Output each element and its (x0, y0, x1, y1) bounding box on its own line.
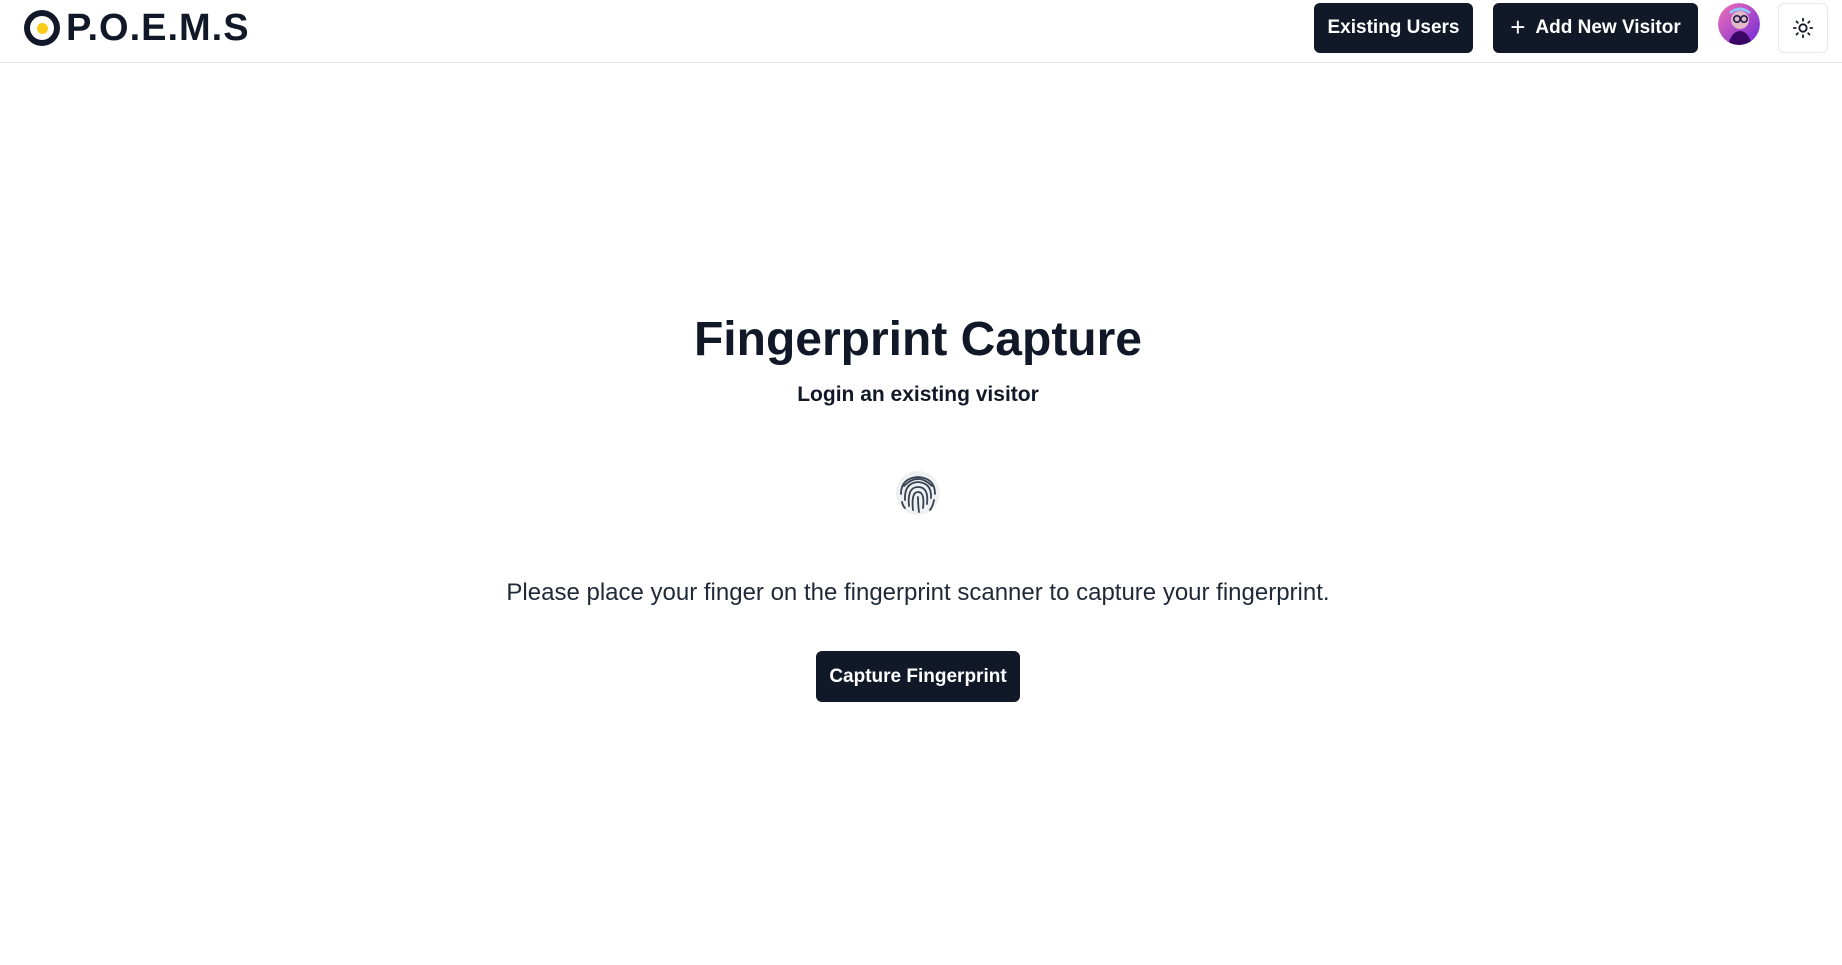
app-logo[interactable]: P.O.E.M.S (24, 8, 250, 48)
logo-icon (24, 10, 60, 46)
page-subtitle: Login an existing visitor (797, 383, 1039, 406)
page-title: Fingerprint Capture (693, 313, 1142, 366)
sun-icon (1792, 17, 1814, 39)
add-new-visitor-button[interactable]: + Add New Visitor (1493, 3, 1698, 53)
fingerprint-icon (895, 470, 941, 516)
existing-users-button[interactable]: Existing Users (1314, 3, 1473, 53)
capture-instruction: Please place your finger on the fingerpr… (506, 579, 1330, 606)
avatar-icon (1718, 3, 1760, 45)
capture-fingerprint-label: Capture Fingerprint (829, 665, 1007, 687)
add-new-visitor-label: Add New Visitor (1535, 17, 1681, 38)
app-name: P.O.E.M.S (66, 7, 250, 49)
top-navbar: P.O.E.M.S Existing Users + Add New Visit… (0, 0, 1842, 63)
fingerprint-capture-page: Fingerprint Capture Login an existing vi… (0, 63, 1842, 965)
plus-icon: + (1510, 11, 1526, 42)
existing-users-label: Existing Users (1327, 17, 1460, 38)
capture-fingerprint-button[interactable]: Capture Fingerprint (816, 651, 1020, 702)
user-avatar[interactable] (1718, 3, 1760, 45)
theme-toggle-button[interactable] (1778, 3, 1828, 53)
